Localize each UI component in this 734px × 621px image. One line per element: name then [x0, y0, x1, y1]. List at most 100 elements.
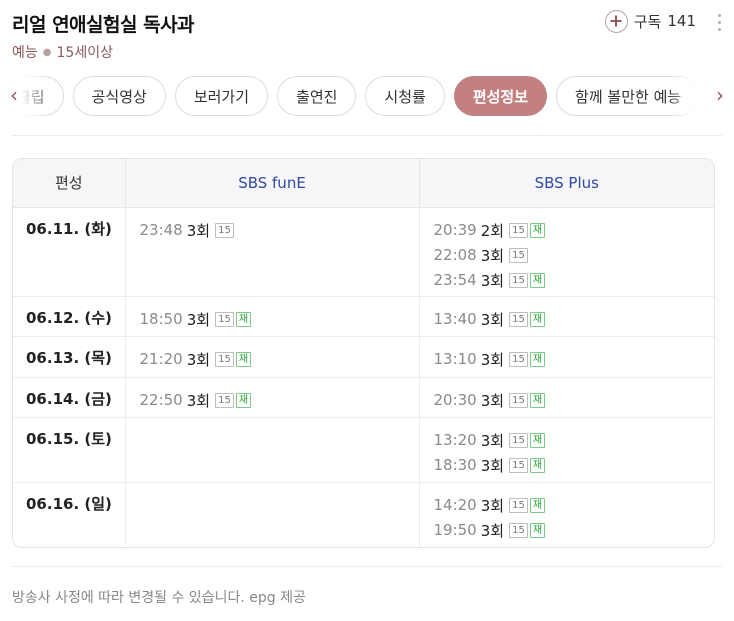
airing-slot: 20:30 3회 15 재 [434, 388, 715, 413]
schedule-table: 편성 SBS funE SBS Plus 06.11. (화) 23:48 3회 15… [12, 158, 715, 548]
airing-slot: 22:50 3회 15 재 [140, 388, 419, 413]
age-rating-badge: 15 [509, 272, 528, 288]
airing-slot: 13:10 3회 15 재 [434, 347, 715, 372]
air-time: 23:48 [139, 221, 183, 239]
air-time: 23:54 [433, 271, 477, 289]
air-time: 18:50 [139, 310, 183, 328]
rerun-badge: 재 [529, 392, 546, 408]
rerun-badge: 재 [529, 351, 546, 367]
airing-slot: 20:39 2회 15 재 [434, 218, 715, 243]
air-time: 18:30 [433, 456, 477, 474]
channel-cell: 14:20 3회 15 재 19:50 3회 15 재 [418, 482, 715, 546]
airing-slot: 18:30 3회 15 재 [434, 453, 715, 478]
tab-item[interactable]: 공식영상 [72, 76, 166, 116]
tabs-viewport: 클립 공식영상 보러가기 출연진 시청률 편성정보 함께 볼만한 예능 [22, 74, 698, 120]
age-rating-badge: 15 [215, 222, 234, 238]
episode-label: 3회 [480, 350, 505, 369]
date-cell: 06.14. (금) [13, 377, 125, 418]
program-title[interactable]: 리얼 연애실험실 독사과 [12, 10, 195, 37]
table-header-row: 편성 SBS funE SBS Plus [13, 159, 714, 208]
table-row: 06.15. (토) 13:20 3회 15 재 18:30 3회 15 재 [13, 417, 715, 483]
divider [12, 566, 722, 567]
episode-label: 3회 [186, 391, 211, 410]
episode-label: 3회 [480, 310, 505, 329]
date-cell: 06.11. (화) [13, 207, 125, 297]
rerun-badge: 재 [235, 351, 252, 367]
tab-bar: ‹ 클립 공식영상 보러가기 출연진 시청률 편성정보 함께 볼만한 예능 › [0, 74, 734, 120]
tab-item[interactable]: 보러가기 [174, 76, 269, 116]
tab-item[interactable]: 함께 볼만한 예능 [556, 76, 698, 116]
episode-label: 3회 [186, 350, 211, 369]
date-cell: 06.13. (목) [13, 336, 125, 378]
episode-label: 3회 [480, 246, 505, 265]
header-channel-1: SBS funE [124, 159, 419, 208]
subscribe-label: 구독 [633, 12, 662, 31]
age-rating-badge: 15 [509, 522, 528, 538]
air-time: 22:50 [139, 391, 183, 409]
date-cell: 06.12. (수) [13, 296, 125, 337]
tab-item[interactable]: 클립 [22, 76, 64, 116]
rerun-badge: 재 [235, 392, 252, 408]
episode-label: 3회 [480, 271, 505, 290]
header-channel-2: SBS Plus [418, 159, 714, 208]
airing-slot: 22:08 3회 15 [434, 243, 715, 268]
rating-label: 15세이상 [56, 45, 113, 61]
rerun-badge: 재 [529, 497, 546, 513]
age-rating-badge: 15 [509, 497, 528, 513]
rerun-badge: 재 [529, 457, 546, 473]
age-rating-badge: 15 [509, 432, 528, 448]
channel-cell: 20:39 2회 15 재 22:08 3회 15 23:54 3회 15 재 [418, 207, 715, 297]
more-vertical-icon[interactable] [716, 14, 722, 34]
air-time: 13:10 [433, 350, 477, 368]
air-time: 13:40 [433, 310, 477, 328]
air-time: 22:08 [433, 246, 477, 264]
age-rating-badge: 15 [509, 457, 528, 473]
channel-cell [124, 482, 419, 546]
divider [12, 135, 722, 136]
air-time: 19:50 [433, 521, 477, 539]
footer-note: 방송사 사정에 따라 변경될 수 있습니다. epg 제공 [12, 590, 306, 606]
rerun-badge: 재 [529, 272, 546, 288]
age-rating-badge: 15 [509, 247, 528, 263]
table-row: 06.14. (금) 22:50 3회 15 재 20:30 3회 15 재 [13, 377, 715, 418]
rerun-badge: 재 [529, 222, 546, 238]
channel-cell: 18:50 3회 15 재 [124, 296, 419, 337]
channel-cell: 23:48 3회 15 [124, 207, 419, 297]
age-rating-badge: 15 [509, 222, 528, 238]
airing-slot: 18:50 3회 15 재 [140, 307, 419, 332]
tab-item[interactable]: 편성정보 [453, 76, 548, 116]
age-rating-badge: 15 [509, 311, 528, 327]
chevron-right-icon[interactable]: › [708, 84, 732, 108]
table-row: 06.12. (수) 18:50 3회 15 재 13:40 3회 15 재 [13, 296, 714, 337]
age-rating-badge: 15 [509, 392, 528, 408]
episode-label: 2회 [480, 221, 505, 240]
air-time: 14:20 [433, 496, 477, 514]
airing-slot: 21:20 3회 15 재 [140, 347, 419, 372]
episode-label: 3회 [480, 431, 505, 450]
episode-label: 3회 [480, 391, 505, 410]
episode-label: 3회 [186, 310, 211, 329]
program-meta: 예능 ● 15세이상 [12, 42, 113, 62]
table-row: 06.16. (일) 14:20 3회 15 재 19:50 3회 15 재 [13, 482, 714, 546]
airing-slot: 13:20 3회 15 재 [434, 428, 715, 453]
header-date: 편성 [13, 159, 125, 208]
airing-slot: 19:50 3회 15 재 [434, 518, 715, 543]
air-time: 21:20 [139, 350, 183, 368]
channel-cell: 20:30 3회 15 재 [418, 377, 715, 418]
age-rating-badge: 15 [215, 351, 234, 367]
age-rating-badge: 15 [509, 351, 528, 367]
tab-item[interactable]: 출연진 [277, 76, 357, 116]
program-header: 리얼 연애실험실 독사과 예능 ● 15세이상 구독 141 [12, 8, 722, 64]
rerun-badge: 재 [529, 432, 546, 448]
subscribe-button[interactable]: 구독 141 [604, 8, 696, 34]
air-time: 13:20 [433, 431, 477, 449]
airing-slot: 23:54 3회 15 재 [434, 268, 715, 293]
channel-cell: 13:20 3회 15 재 18:30 3회 15 재 [418, 417, 715, 483]
airing-slot: 23:48 3회 15 [140, 218, 419, 243]
tab-item[interactable]: 시청률 [365, 76, 445, 116]
genre-label: 예능 [12, 45, 38, 61]
rerun-badge: 재 [529, 522, 546, 538]
subscribe-count: 141 [667, 12, 696, 30]
channel-cell: 13:40 3회 15 재 [418, 296, 714, 337]
episode-label: 3회 [186, 221, 211, 240]
